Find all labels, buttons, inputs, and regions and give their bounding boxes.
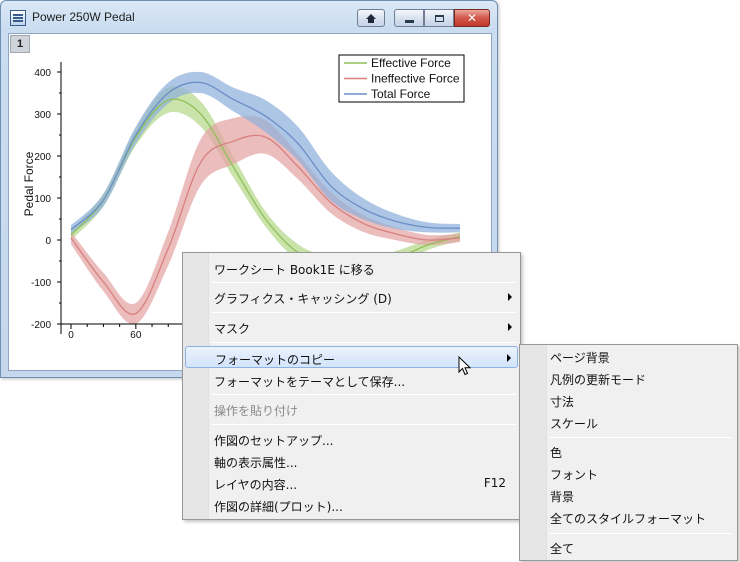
close-button[interactable]: ✕ — [454, 9, 490, 27]
submenu-item-label: 全て — [550, 542, 575, 556]
menu-item-label: 操作を貼り付け — [214, 404, 299, 418]
menu-separator — [549, 533, 733, 534]
menu-item-label: 作図のセットアップ... — [214, 434, 334, 448]
legend[interactable]: Effective Force Ineffective ForceTotal Fo… — [338, 54, 465, 103]
y-axis-label[interactable]: Pedal Force — [22, 151, 36, 216]
menu-separator — [211, 394, 516, 395]
submenu-arrow-icon — [508, 323, 512, 331]
y-tick-label: 300 — [34, 110, 51, 121]
layer-badge[interactable]: 1 — [10, 35, 30, 53]
menu-item-label: マスク — [214, 322, 251, 336]
submenu-item-label: ページ背景 — [550, 351, 610, 365]
copy-format-submenu[interactable]: ページ背景 凡例の更新モード 寸法 スケール 色 フォント 背景 全てのスタイル… — [519, 344, 738, 561]
menu-item-label: 作図の詳細(プロット)... — [214, 500, 343, 514]
x-tick-label: 60 — [130, 330, 142, 341]
submenu-item-font[interactable]: フォント — [522, 463, 735, 485]
menu-item-paste-operation: 操作を貼り付け — [185, 398, 518, 420]
y-tick-label: -100 — [31, 278, 51, 289]
submenu-item-dimensions[interactable]: 寸法 — [522, 390, 735, 412]
menu-separator — [549, 437, 733, 438]
minimize-icon — [404, 19, 414, 23]
legend-label-1: Ineffective Force — [371, 72, 460, 86]
legend-label-2: Total Force — [371, 87, 431, 101]
y-tick-label: 200 — [34, 152, 51, 163]
title-bar[interactable]: Power 250W Pedal ✕ — [1, 1, 497, 33]
menu-separator — [211, 312, 516, 313]
y-tick-label: 100 — [34, 194, 51, 205]
submenu-arrow-icon — [507, 354, 511, 362]
menu-item-label: フォーマットをテーマとして保存... — [214, 375, 406, 389]
menu-item-axis-properties[interactable]: 軸の表示属性... — [185, 450, 518, 472]
submenu-item-color[interactable]: 色 — [522, 441, 735, 463]
menu-separator — [211, 424, 516, 425]
y-tick-label: 0 — [45, 236, 51, 247]
close-icon: ✕ — [466, 11, 478, 25]
menu-item-label: グラフィクス・キャッシング (D) — [214, 292, 392, 306]
mouse-cursor-icon — [458, 356, 472, 376]
graph-window-icon[interactable] — [10, 10, 26, 26]
submenu-arrow-icon — [508, 293, 512, 301]
submenu-item-page-background[interactable]: ページ背景 — [522, 346, 735, 368]
maximize-icon — [434, 14, 444, 22]
menu-item-go-to-worksheet[interactable]: ワークシート Book1E に移る — [185, 257, 518, 279]
submenu-item-label: 全てのスタイルフォーマット — [550, 512, 707, 526]
submenu-item-scale[interactable]: スケール — [522, 412, 735, 434]
menu-item-label: フォーマットのコピー — [215, 353, 336, 367]
submenu-item-label: 背景 — [550, 490, 575, 504]
y-tick-label: -200 — [31, 320, 51, 331]
menu-item-graphics-caching[interactable]: グラフィクス・キャッシング (D) — [185, 286, 518, 308]
menu-item-shortcut: F12 — [483, 476, 506, 490]
home-button[interactable] — [357, 9, 385, 27]
submenu-item-legend-update-mode[interactable]: 凡例の更新モード — [522, 368, 735, 390]
submenu-item-label: スケール — [550, 417, 599, 431]
menu-item-mask[interactable]: マスク — [185, 316, 518, 338]
menu-item-label: 軸の表示属性... — [214, 456, 298, 470]
submenu-item-all[interactable]: 全て — [522, 537, 735, 559]
menu-separator — [211, 282, 516, 283]
menu-item-plot-details[interactable]: 作図の詳細(プロット)... — [185, 494, 518, 516]
menu-item-layer-contents[interactable]: レイヤの内容... F12 — [185, 472, 518, 494]
submenu-item-label: 凡例の更新モード — [550, 373, 647, 387]
maximize-button[interactable] — [424, 9, 454, 27]
submenu-item-label: 寸法 — [550, 395, 575, 409]
submenu-item-label: フォント — [550, 468, 599, 482]
legend-label-0: Effective Force — [371, 56, 451, 70]
window-title: Power 250W Pedal — [32, 10, 135, 24]
home-icon — [366, 13, 376, 23]
context-menu[interactable]: ワークシート Book1E に移る グラフィクス・キャッシング (D) マスク … — [182, 252, 521, 520]
menu-separator — [211, 342, 516, 343]
submenu-item-label: 色 — [550, 446, 563, 460]
submenu-item-all-style-formats[interactable]: 全てのスタイルフォーマット — [522, 507, 735, 529]
menu-item-label: レイヤの内容... — [214, 478, 298, 492]
minimize-button[interactable] — [394, 9, 424, 27]
x-tick-label: 0 — [68, 330, 74, 341]
menu-item-plot-setup[interactable]: 作図のセットアップ... — [185, 428, 518, 450]
submenu-item-background[interactable]: 背景 — [522, 485, 735, 507]
menu-item-label: ワークシート Book1E に移る — [214, 263, 375, 277]
y-tick-label: 400 — [34, 68, 51, 79]
